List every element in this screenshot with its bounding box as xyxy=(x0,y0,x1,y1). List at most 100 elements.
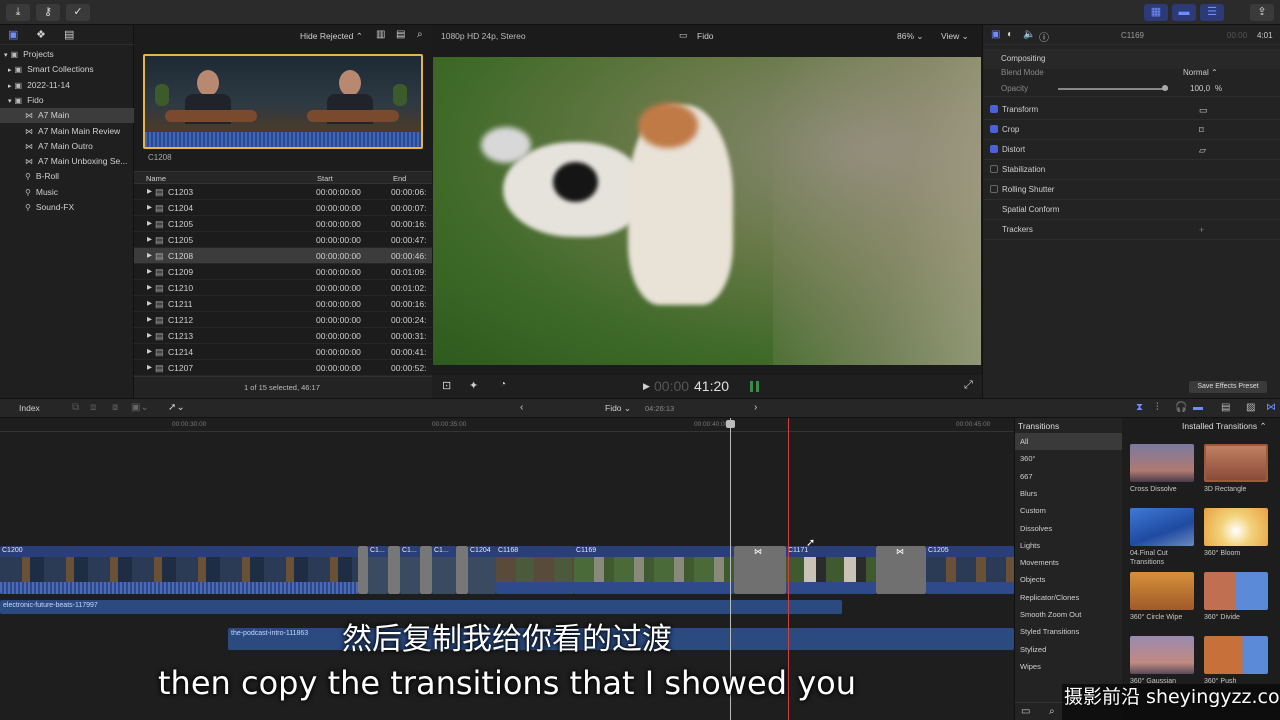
sidebar-item[interactable]: ⚲ Music xyxy=(0,185,134,200)
sidebar-item[interactable]: ▾ ▣ Projects xyxy=(0,47,134,62)
checkbox[interactable] xyxy=(990,125,998,133)
audio-clip[interactable]: electronic-future-beats-117997 xyxy=(0,600,842,614)
inspector-row[interactable]: Trackers + xyxy=(983,220,1280,240)
table-row[interactable]: ▶ ▤ C1208 00:00:00:00 00:00:46: xyxy=(134,248,432,264)
effects-browser-icon[interactable]: ▨ xyxy=(1246,402,1255,413)
table-row[interactable]: ▶ ▤ C1204 00:00:00:00 00:00:07: xyxy=(134,200,432,216)
inspector-row[interactable]: Spatial Conform xyxy=(983,200,1280,220)
transition-category[interactable]: Wipes xyxy=(1015,658,1123,675)
timeline-ruler[interactable]: 00:00:30:00 00:00:35:00 00:00:40:00 00:0… xyxy=(0,418,1014,432)
transition-block[interactable]: ⋈ xyxy=(876,546,926,594)
distort-onscreen-icon[interactable]: ▱ xyxy=(1199,140,1206,160)
table-row[interactable]: ▶ ▤ C1205 00:00:00:00 00:00:47: xyxy=(134,232,432,248)
table-row[interactable]: ▶ ▤ C1213 00:00:00:00 00:00:31: xyxy=(134,328,432,344)
transform-onscreen-icon[interactable]: ▭ xyxy=(1199,100,1208,120)
waveform-icon[interactable]: ⫶ xyxy=(1156,402,1159,413)
transition-thumbnail[interactable] xyxy=(1204,508,1268,546)
sidebar-item[interactable]: ▸ ▣ 2022-11-14 xyxy=(0,78,134,93)
table-row[interactable]: ▶ ▤ C1211 00:00:00:00 00:00:16: xyxy=(134,296,432,312)
transition-category[interactable]: Objects xyxy=(1015,571,1123,588)
save-effects-preset-button[interactable]: Save Effects Preset xyxy=(1189,381,1267,393)
blend-mode-popup[interactable]: Normal ⌃ xyxy=(1183,65,1218,81)
checkbox[interactable] xyxy=(990,105,998,113)
import-button[interactable]: ⤓ xyxy=(6,4,30,21)
zoom-popup[interactable]: 86% ⌄ xyxy=(897,31,924,42)
sidebar-item[interactable]: ▸ ▣ Smart Collections xyxy=(0,62,134,77)
transition-thumbnail[interactable] xyxy=(1130,508,1194,546)
libraries-icon[interactable]: ▣ xyxy=(8,28,18,41)
transition-category[interactable]: Dissolves xyxy=(1015,520,1123,537)
speed-icon[interactable]: ◔ xyxy=(500,379,506,390)
transition-category[interactable]: All xyxy=(1015,433,1123,450)
transition-category[interactable]: Lights xyxy=(1015,537,1123,554)
view-popup[interactable]: View ⌄ xyxy=(941,31,969,42)
table-row[interactable]: ▶ ▤ C1210 00:00:00:00 00:01:02: xyxy=(134,280,432,296)
overwrite-icon[interactable]: ▣⌄ xyxy=(131,402,149,413)
append-icon[interactable]: ⧇ xyxy=(112,402,118,413)
transition-category[interactable]: Stylized xyxy=(1015,641,1123,658)
timeline-clip[interactable]: C1204 xyxy=(468,546,496,594)
transition-category[interactable]: 360° xyxy=(1015,450,1123,467)
transition-thumbnail[interactable] xyxy=(1130,444,1194,482)
timeline-clip[interactable]: C1... xyxy=(432,546,456,594)
sidebar-item[interactable]: ⚲ Sound-FX xyxy=(0,200,134,215)
transition-category[interactable]: Movements xyxy=(1015,554,1123,571)
sidebar-item[interactable]: ▾ ▣ Fido xyxy=(0,93,134,108)
search-icon[interactable]: ⌕ xyxy=(417,29,423,40)
inspector-row[interactable]: Rolling Shutter xyxy=(983,180,1280,200)
timeline-clip[interactable]: C1171 xyxy=(786,546,876,594)
show-inspector-button[interactable]: ☰ xyxy=(1200,4,1224,21)
sidebar-toggle-icon[interactable]: ▭ xyxy=(1021,706,1030,717)
info-inspector-icon[interactable]: ⓘ xyxy=(1039,29,1049,44)
forward-arrow-icon[interactable]: › xyxy=(754,402,757,413)
show-browser-button[interactable]: ▦ xyxy=(1144,4,1168,21)
disclosure-icon[interactable]: ▶ xyxy=(147,328,152,344)
filter-popup[interactable]: Hide Rejected ⌃ xyxy=(300,31,363,42)
installed-transitions-popup[interactable]: Installed Transitions ⌃ xyxy=(1182,421,1267,432)
transition-category[interactable]: 667 xyxy=(1015,468,1123,485)
timecode-display[interactable]: 41:20 xyxy=(694,378,729,394)
background-tasks-button[interactable]: ✓ xyxy=(66,4,90,21)
disclosure-icon[interactable]: ▶ xyxy=(147,280,152,296)
timeline-clip[interactable]: C1200 xyxy=(0,546,358,594)
transition-category[interactable]: Replicator/Clones xyxy=(1015,589,1123,606)
checkbox[interactable] xyxy=(990,165,998,173)
timeline-clip[interactable]: C1169 xyxy=(574,546,734,594)
disclosure-icon[interactable] xyxy=(0,205,22,212)
search-icon[interactable]: ⌕ xyxy=(1049,706,1055,717)
transition-thumbnail[interactable] xyxy=(1204,572,1268,610)
crop-onscreen-icon[interactable]: ⌑ xyxy=(1199,120,1204,140)
transition-marker[interactable] xyxy=(388,546,400,594)
sidebar-item[interactable]: ⋈ A7 Main xyxy=(0,108,134,124)
transitions-browser-icon[interactable]: ⋈ xyxy=(1266,402,1276,413)
column-header-end[interactable]: End xyxy=(393,174,406,183)
disclosure-icon[interactable] xyxy=(0,159,22,166)
transition-marker[interactable] xyxy=(420,546,432,594)
fullscreen-icon[interactable]: ⤢ xyxy=(964,379,973,392)
back-arrow-icon[interactable]: ‹ xyxy=(520,402,523,413)
transition-category[interactable]: Blurs xyxy=(1015,485,1123,502)
crop-transform-icon[interactable]: ⊡ xyxy=(442,379,451,392)
table-row[interactable]: ▶ ▤ C1203 00:00:00:00 00:00:06: xyxy=(134,184,432,200)
disclosure-icon[interactable]: ▶ xyxy=(147,216,152,232)
disclosure-icon[interactable]: ▾ xyxy=(0,98,12,105)
sidebar-item[interactable]: ⋈ A7 Main Main Review xyxy=(0,124,134,139)
disclosure-icon[interactable] xyxy=(0,144,22,151)
table-row[interactable]: ▶ ▤ C1205 00:00:00:00 00:00:16: xyxy=(134,216,432,232)
disclosure-icon[interactable]: ▶ xyxy=(147,232,152,248)
timeline-clip[interactable]: C1... xyxy=(368,546,388,594)
disclosure-icon[interactable] xyxy=(0,129,22,136)
column-header-start[interactable]: Start xyxy=(317,174,333,183)
checkbox[interactable] xyxy=(990,145,998,153)
timeline-clip[interactable]: C1168 xyxy=(496,546,574,594)
transition-category[interactable]: Styled Transitions xyxy=(1015,623,1123,640)
timeline-index-button[interactable]: Index xyxy=(19,403,40,413)
video-inspector-icon[interactable]: ▣ xyxy=(991,29,1000,40)
titles-icon[interactable]: ▤ xyxy=(64,28,74,41)
video-frame[interactable] xyxy=(433,57,981,365)
insert-icon[interactable]: ⧈ xyxy=(90,402,96,413)
photos-icon[interactable]: ❖ xyxy=(36,28,46,41)
disclosure-icon[interactable]: ▶ xyxy=(147,264,152,280)
clip-appearance-icon[interactable]: ▤ xyxy=(1221,402,1230,413)
share-button[interactable]: ⇪ xyxy=(1250,4,1274,21)
